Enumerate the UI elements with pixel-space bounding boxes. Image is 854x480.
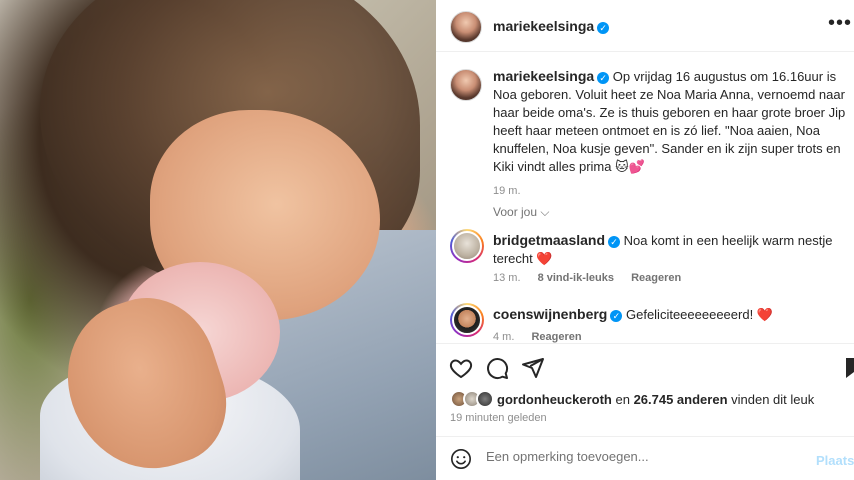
reply-button[interactable]: Reageren — [631, 272, 681, 284]
bookmark-icon[interactable] — [842, 356, 854, 380]
post-side-panel: mariekeelsinga ✓ ••• mariekeelsinga ✓ Op v… — [436, 0, 854, 480]
comment-time: 4 m. — [493, 331, 515, 343]
heart-icon[interactable] — [449, 356, 473, 380]
comment-body: Gefeliciteeeeeeeeerd! ❤️ — [625, 307, 773, 322]
comment-likes[interactable]: 8 vind-ik-leuks — [538, 272, 614, 284]
likes-conjunction: en — [615, 392, 630, 407]
comment-time: 13 m. — [493, 272, 521, 284]
liker-avatar — [476, 390, 494, 408]
likes-suffix: vinden dit leuk — [731, 392, 815, 407]
post-timestamp: 19 minuten geleden — [450, 412, 547, 424]
first-liker[interactable]: gordonheuckeroth — [497, 392, 612, 407]
caption-body: Op vrijdag 16 augustus om 16.16uur is No… — [493, 69, 846, 174]
comment-actions: 13 m. 8 vind-ik-leuks Reageren — [493, 272, 695, 284]
for-you-dropdown[interactable]: Voor jou ⌵ — [493, 205, 549, 220]
comments-section[interactable]: mariekeelsinga ✓ Op vrijdag 16 augustus o… — [436, 53, 854, 343]
post-photo[interactable] — [0, 0, 436, 480]
verified-badge-icon: ✓ — [597, 72, 610, 84]
comment-username[interactable]: coenswijnenberg — [493, 306, 607, 322]
comment-text: bridgetmaasland ✓ Noa komt in een heelijk… — [493, 231, 833, 268]
likes-text: gordonheuckeroth en 26.745 anderen vinde… — [497, 392, 814, 407]
author-username[interactable]: mariekeelsinga ✓ — [493, 18, 610, 34]
verified-badge-icon: ✓ — [597, 22, 610, 34]
share-icon[interactable] — [521, 356, 545, 380]
add-comment-bar: Plaatsen — [436, 436, 854, 480]
more-options-icon[interactable]: ••• — [828, 12, 852, 35]
author-username-text[interactable]: mariekeelsinga — [493, 18, 594, 34]
reply-button[interactable]: Reageren — [531, 331, 581, 343]
story-ring-avatar[interactable] — [450, 303, 484, 337]
caption-username[interactable]: mariekeelsinga — [493, 68, 594, 84]
comment-icon[interactable] — [485, 356, 509, 380]
caption-avatar[interactable] — [450, 69, 482, 101]
comment-text: coenswijnenberg ✓ Gefeliciteeeeeeeeerd! ❤… — [493, 305, 833, 324]
verified-badge-icon: ✓ — [608, 236, 621, 248]
story-ring-avatar[interactable] — [450, 229, 484, 263]
comment-actions: 4 m. Reageren — [493, 331, 596, 343]
post-actions-bar — [436, 343, 854, 389]
comment-input[interactable] — [486, 449, 806, 464]
caption-text: mariekeelsinga ✓ Op vrijdag 16 augustus o… — [493, 67, 854, 176]
comment-username[interactable]: bridgetmaasland — [493, 232, 605, 248]
post-header: mariekeelsinga ✓ ••• — [436, 0, 854, 52]
caption-time: 19 m. — [493, 185, 521, 197]
emoji-icon[interactable] — [450, 448, 472, 470]
likes-count[interactable]: 26.745 anderen — [634, 392, 728, 407]
post-comment-button[interactable]: Plaatsen — [816, 453, 854, 468]
author-avatar[interactable] — [450, 11, 482, 43]
verified-badge-icon: ✓ — [610, 310, 623, 322]
liker-avatars — [450, 390, 494, 408]
